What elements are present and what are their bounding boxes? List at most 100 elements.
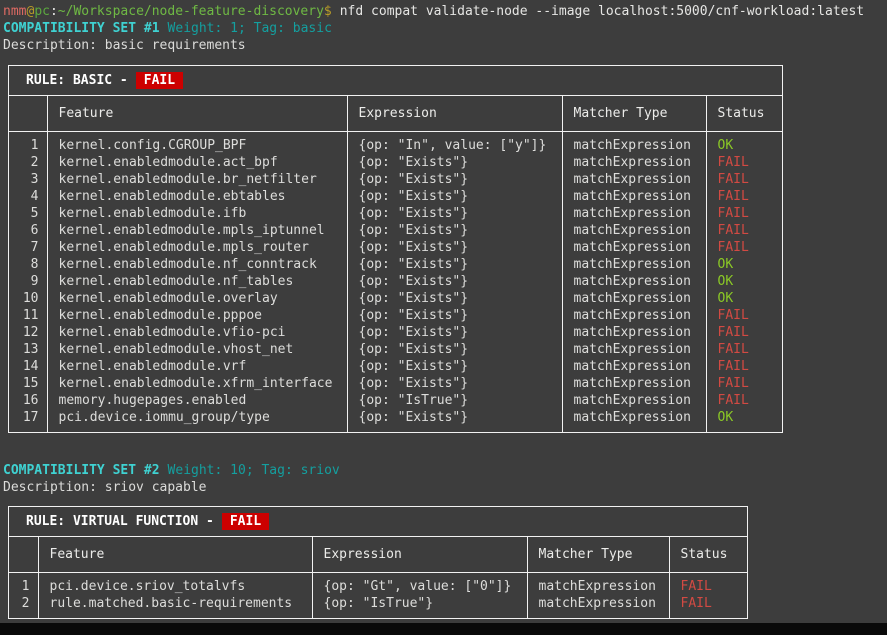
expression-cell: {op: "IsTrue"}: [312, 595, 527, 618]
feature-cell: kernel.enabledmodule.ebtables: [47, 188, 347, 205]
matcher-type-cell: matchExpression: [562, 188, 706, 205]
feature-cell: kernel.enabledmodule.br_netfilter: [47, 171, 347, 188]
matcher-type-cell: matchExpression: [562, 341, 706, 358]
table-row: 7kernel.enabledmodule.mpls_router{op: "E…: [9, 239, 782, 256]
status-cell: FAIL: [706, 341, 782, 358]
feature-cell: pci.device.sriov_totalvfs: [38, 573, 312, 596]
expression-cell: {op: "Exists"}: [347, 188, 562, 205]
matcher-type-cell: matchExpression: [562, 307, 706, 324]
status-cell: FAIL: [706, 239, 782, 256]
status-cell: FAIL: [706, 375, 782, 392]
status-cell: FAIL: [706, 358, 782, 375]
feature-cell: kernel.enabledmodule.mpls_iptunnel: [47, 222, 347, 239]
feature-cell: memory.hugepages.enabled: [47, 392, 347, 409]
terminal-screen[interactable]: nmm@pc:~/Workspace/node-feature-discover…: [0, 0, 887, 619]
compat-set-2-heading: COMPATIBILITY SET #2Weight: 10; Tag: sri…: [3, 462, 887, 479]
prompt-user: nmm: [3, 4, 26, 19]
row-number-cell: 11: [9, 307, 47, 324]
row-number-header: [9, 537, 38, 573]
command-text: nfd compat validate-node --image localho…: [340, 4, 864, 19]
expression-cell: {op: "Exists"}: [347, 222, 562, 239]
matcher-type-cell: matchExpression: [527, 595, 669, 618]
row-number-cell: 14: [9, 358, 47, 375]
row-number-cell: 9: [9, 273, 47, 290]
expression-cell: {op: "Exists"}: [347, 171, 562, 188]
prompt-host: pc: [34, 4, 50, 19]
expression-cell: {op: "Exists"}: [347, 409, 562, 432]
row-number-cell: 7: [9, 239, 47, 256]
expression-header: Expression: [312, 537, 527, 573]
status-cell: FAIL: [706, 392, 782, 409]
rule-basic-label: RULE: BASIC -: [26, 73, 128, 88]
matcher-type-cell: matchExpression: [562, 273, 706, 290]
matcher-type-cell: matchExpression: [562, 132, 706, 155]
feature-cell: pci.device.iommu_group/type: [47, 409, 347, 432]
table-row: 9kernel.enabledmodule.nf_tables{op: "Exi…: [9, 273, 782, 290]
matcher-type-cell: matchExpression: [562, 256, 706, 273]
feature-cell: kernel.enabledmodule.overlay: [47, 290, 347, 307]
compat-set-1-meta: Weight: 1; Tag: basic: [168, 21, 332, 36]
row-number-cell: 10: [9, 290, 47, 307]
table-row: 1pci.device.sriov_totalvfs{op: "Gt", val…: [9, 573, 747, 596]
table-header-row: Feature Expression Matcher Type Status: [9, 537, 747, 573]
expression-cell: {op: "Exists"}: [347, 375, 562, 392]
matcher-type-cell: matchExpression: [562, 205, 706, 222]
feature-cell: kernel.config.CGROUP_BPF: [47, 132, 347, 155]
expression-cell: {op: "Exists"}: [347, 256, 562, 273]
matcher-type-cell: matchExpression: [562, 358, 706, 375]
rule-virtual-function-table: RULE: VIRTUAL FUNCTION -FAIL Feature Exp…: [8, 506, 748, 619]
status-cell: FAIL: [706, 154, 782, 171]
feature-cell: kernel.enabledmodule.pppoe: [47, 307, 347, 324]
table-row: 10kernel.enabledmodule.overlay{op: "Exis…: [9, 290, 782, 307]
status-header: Status: [669, 537, 747, 573]
status-header: Status: [706, 96, 782, 132]
matcher-type-cell: matchExpression: [562, 409, 706, 432]
features-table-2: Feature Expression Matcher Type Status 1…: [9, 537, 747, 618]
table-row: 14kernel.enabledmodule.vrf{op: "Exists"}…: [9, 358, 782, 375]
row-number-cell: 4: [9, 188, 47, 205]
status-cell: FAIL: [706, 324, 782, 341]
status-cell: FAIL: [706, 188, 782, 205]
status-cell: OK: [706, 132, 782, 155]
expression-cell: {op: "IsTrue"}: [347, 392, 562, 409]
feature-cell: kernel.enabledmodule.act_bpf: [47, 154, 347, 171]
row-number-cell: 1: [9, 573, 38, 596]
feature-header: Feature: [38, 537, 312, 573]
prompt-dollar: $: [324, 4, 332, 19]
table-row: 16memory.hugepages.enabled{op: "IsTrue"}…: [9, 392, 782, 409]
compat-set-1-heading: COMPATIBILITY SET #1Weight: 1; Tag: basi…: [3, 20, 887, 37]
rule-basic-header: RULE: BASIC -FAIL: [9, 66, 782, 96]
feature-cell: kernel.enabledmodule.vfio-pci: [47, 324, 347, 341]
expression-cell: {op: "Exists"}: [347, 358, 562, 375]
table-row: 11kernel.enabledmodule.pppoe{op: "Exists…: [9, 307, 782, 324]
row-number-cell: 12: [9, 324, 47, 341]
expression-cell: {op: "Exists"}: [347, 307, 562, 324]
expression-cell: {op: "Exists"}: [347, 324, 562, 341]
compat-set-1-description: Description: basic requirements: [3, 37, 887, 54]
feature-header: Feature: [47, 96, 347, 132]
matcher-type-cell: matchExpression: [562, 222, 706, 239]
matcher-type-cell: matchExpression: [562, 290, 706, 307]
table-row: 12kernel.enabledmodule.vfio-pci{op: "Exi…: [9, 324, 782, 341]
status-cell: OK: [706, 409, 782, 432]
table-row: 5kernel.enabledmodule.ifb{op: "Exists"}m…: [9, 205, 782, 222]
matcher-type-cell: matchExpression: [562, 154, 706, 171]
table-row: 2kernel.enabledmodule.act_bpf{op: "Exist…: [9, 154, 782, 171]
feature-cell: kernel.enabledmodule.vrf: [47, 358, 347, 375]
matcher-type-cell: matchExpression: [562, 324, 706, 341]
expression-cell: {op: "Exists"}: [347, 205, 562, 222]
table-row: 6kernel.enabledmodule.mpls_iptunnel{op: …: [9, 222, 782, 239]
status-cell: OK: [706, 290, 782, 307]
matcher-type-cell: matchExpression: [527, 573, 669, 596]
table-row: 4kernel.enabledmodule.ebtables{op: "Exis…: [9, 188, 782, 205]
matcher-type-cell: matchExpression: [562, 171, 706, 188]
expression-cell: {op: "Exists"}: [347, 273, 562, 290]
row-number-cell: 8: [9, 256, 47, 273]
rule-virtual-function-header: RULE: VIRTUAL FUNCTION -FAIL: [9, 507, 747, 537]
table-row: 8kernel.enabledmodule.nf_conntrack{op: "…: [9, 256, 782, 273]
feature-cell: rule.matched.basic-requirements: [38, 595, 312, 618]
expression-cell: {op: "Exists"}: [347, 154, 562, 171]
prompt-line: nmm@pc:~/Workspace/node-feature-discover…: [3, 3, 887, 20]
row-number-cell: 1: [9, 132, 47, 155]
window-bottom-edge: [0, 623, 887, 635]
